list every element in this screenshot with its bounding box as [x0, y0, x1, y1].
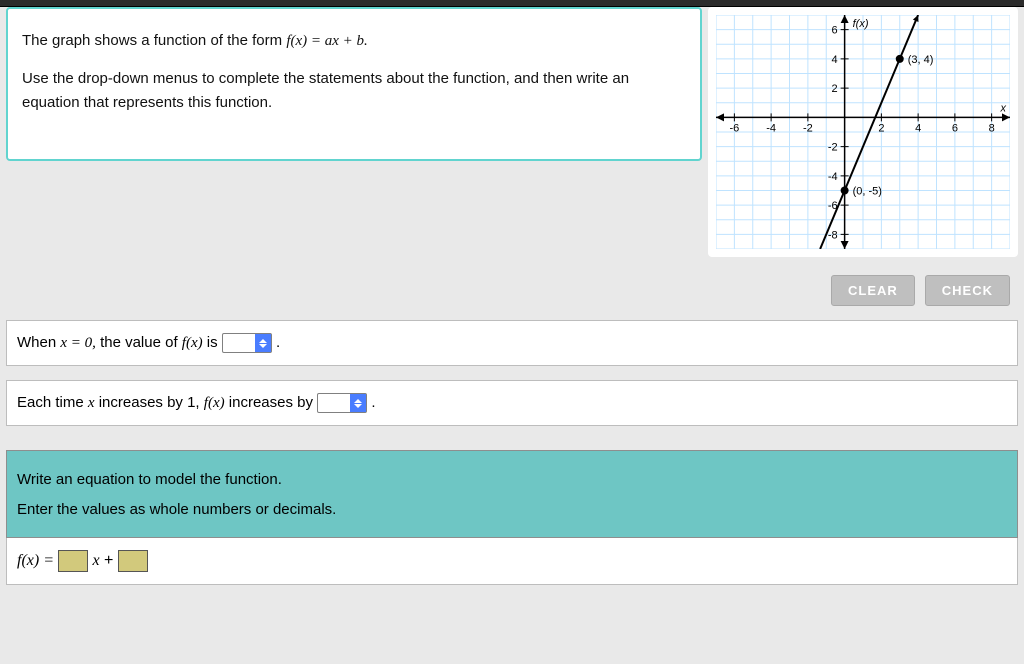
svg-text:-8: -8	[828, 229, 838, 241]
svg-text:6: 6	[952, 122, 958, 134]
problem-p1-fx: f(x) = ax + b.	[286, 33, 367, 49]
slope-input[interactable]	[58, 550, 88, 572]
equation-body: f(x) = x +	[6, 538, 1018, 585]
svg-text:8: 8	[989, 122, 995, 134]
svg-text:x: x	[1000, 102, 1007, 114]
app-titlebar	[0, 0, 1024, 7]
s1-post: is	[207, 334, 222, 351]
svg-text:4: 4	[832, 54, 838, 66]
s1-fx: f(x)	[182, 335, 203, 351]
intercept-input[interactable]	[118, 550, 148, 572]
problem-paragraph-2: Use the drop-down menus to complete the …	[22, 67, 686, 115]
svg-text:(3, 4): (3, 4)	[908, 54, 934, 66]
s2-fx: f(x)	[204, 395, 225, 411]
problem-p1-pre: The graph shows a function of the form	[22, 32, 286, 49]
svg-text:-6: -6	[729, 122, 739, 134]
svg-text:-2: -2	[828, 142, 838, 154]
problem-paragraph-1: The graph shows a function of the form f…	[22, 29, 686, 53]
s2-dropdown-value	[318, 394, 350, 412]
s2-x: x	[88, 395, 95, 411]
s1-dropdown-value	[223, 334, 255, 352]
eq-x: x	[92, 552, 99, 569]
statement-1: When x = 0, the value of f(x) is .	[6, 320, 1018, 366]
s2-pre: Each time	[17, 394, 88, 411]
problem-card: The graph shows a function of the form f…	[6, 7, 702, 161]
statement-2: Each time x increases by 1, f(x) increas…	[6, 380, 1018, 426]
svg-text:-4: -4	[828, 171, 838, 183]
equation-instructions: Write an equation to model the function.…	[6, 450, 1018, 538]
clear-button[interactable]: CLEAR	[831, 275, 915, 306]
s2-dropdown[interactable]	[317, 393, 367, 413]
check-button[interactable]: CHECK	[925, 275, 1010, 306]
s2-mid1: increases by 1,	[99, 394, 204, 411]
s1-pre: When	[17, 334, 60, 351]
page-body: The graph shows a function of the form f…	[0, 7, 1024, 664]
updown-icon	[255, 334, 271, 352]
svg-text:-2: -2	[803, 122, 813, 134]
problem-row: The graph shows a function of the form f…	[0, 7, 1024, 257]
eq-line2: Enter the values as whole numbers or dec…	[17, 495, 1007, 525]
s1-period: .	[276, 334, 280, 351]
svg-text:-4: -4	[766, 122, 776, 134]
eq-plus: +	[104, 552, 118, 569]
svg-text:(0, -5): (0, -5)	[853, 186, 882, 198]
svg-text:6: 6	[832, 25, 838, 37]
s1-eq: x = 0,	[60, 335, 96, 351]
s1-mid: the value of	[100, 334, 182, 351]
eq-lhs: f(x) =	[17, 552, 58, 569]
s2-period: .	[371, 394, 375, 411]
eq-line1: Write an equation to model the function.	[17, 465, 1007, 495]
s1-dropdown[interactable]	[222, 333, 272, 353]
svg-text:4: 4	[915, 122, 921, 134]
svg-text:2: 2	[832, 83, 838, 95]
updown-icon	[350, 394, 366, 412]
svg-text:f(x): f(x)	[853, 18, 869, 30]
action-bar: CLEAR CHECK	[0, 257, 1024, 306]
function-graph: -6-4-22468-8-6-4-2246f(x)x(0, -5)(3, 4)	[716, 15, 1010, 249]
graph-card: -6-4-22468-8-6-4-2246f(x)x(0, -5)(3, 4)	[708, 7, 1018, 257]
svg-text:2: 2	[878, 122, 884, 134]
s2-mid2: increases by	[229, 394, 317, 411]
